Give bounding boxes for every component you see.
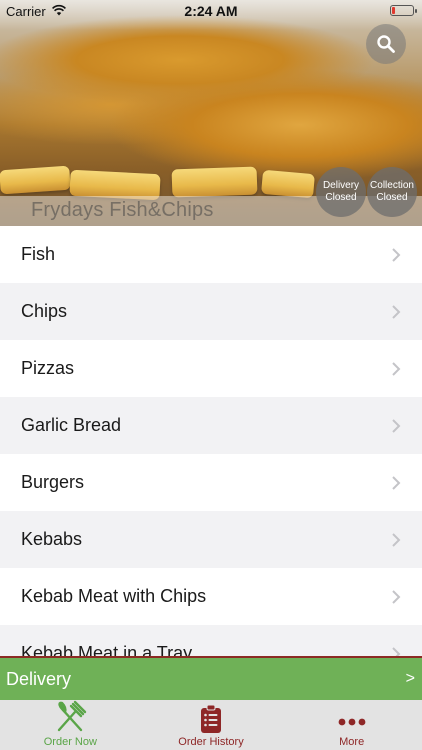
chip-decoration	[261, 169, 315, 199]
delivery-status-line2: Closed	[325, 192, 357, 203]
category-item-kebab-meat-in-a-tray[interactable]: Kebab Meat in a Tray	[0, 625, 422, 656]
category-list: Fish Chips Pizzas Garlic Bread Burgers K…	[0, 226, 422, 656]
chevron-right-icon	[392, 589, 401, 604]
more-dots-icon	[338, 718, 366, 726]
tab-order-now[interactable]: Order Now	[0, 700, 141, 750]
status-bar: Carrier 2:24 AM	[0, 0, 422, 22]
delivery-mode-bar[interactable]: Delivery >	[0, 656, 422, 700]
chip-decoration	[0, 165, 71, 195]
delivery-mode-arrow: >	[405, 670, 415, 687]
collection-status-line2: Closed	[376, 192, 408, 203]
category-item-burgers[interactable]: Burgers	[0, 454, 422, 511]
tab-order-history[interactable]: Order History	[141, 700, 282, 750]
category-label: Fish	[21, 244, 56, 264]
category-item-pizzas[interactable]: Pizzas	[0, 340, 422, 397]
category-label: Kebabs	[21, 529, 83, 549]
battery-icon	[390, 5, 417, 16]
category-label: Pizzas	[21, 358, 75, 378]
chevron-right-icon	[392, 361, 401, 376]
category-label: Garlic Bread	[21, 415, 122, 435]
chevron-right-icon	[392, 247, 401, 262]
chip-decoration	[171, 166, 258, 198]
delivery-status-line1: Delivery	[322, 180, 360, 191]
tab-label: Order History	[178, 736, 244, 748]
category-item-chips[interactable]: Chips	[0, 283, 422, 340]
category-item-garlic-bread[interactable]: Garlic Bread	[0, 397, 422, 454]
tab-bar: Order Now Order History More	[0, 700, 422, 750]
category-item-kebab-meat-with-chips[interactable]: Kebab Meat with Chips	[0, 568, 422, 625]
delivery-mode-label: Delivery	[6, 668, 72, 689]
collection-status-line1: Collection	[370, 180, 414, 191]
category-label: Burgers	[21, 472, 85, 492]
clock: 2:24 AM	[184, 3, 238, 19]
chevron-right-icon	[392, 475, 401, 490]
tab-label: Order Now	[43, 736, 97, 748]
fork-knife-icon	[58, 700, 87, 732]
tab-label: More	[339, 736, 365, 748]
search-button[interactable]	[366, 24, 406, 64]
shop-name: Frydays Fish&Chips	[31, 199, 214, 221]
search-icon	[377, 35, 395, 53]
category-item-kebabs[interactable]: Kebabs	[0, 511, 422, 568]
category-label: Kebab Meat with Chips	[21, 586, 207, 606]
chevron-right-icon	[392, 418, 401, 433]
collection-status-badge: Collection Closed	[367, 167, 417, 217]
category-item-fish[interactable]: Fish	[0, 226, 422, 283]
chevron-right-icon	[392, 532, 401, 547]
category-label: Kebab Meat in a Tray	[21, 643, 193, 656]
delivery-status-badge: Delivery Closed	[316, 167, 366, 217]
tab-more[interactable]: More	[281, 700, 422, 750]
clipboard-icon	[201, 704, 221, 733]
chevron-right-icon	[392, 304, 401, 319]
category-label: Chips	[21, 301, 68, 321]
chevron-right-icon	[392, 646, 401, 656]
